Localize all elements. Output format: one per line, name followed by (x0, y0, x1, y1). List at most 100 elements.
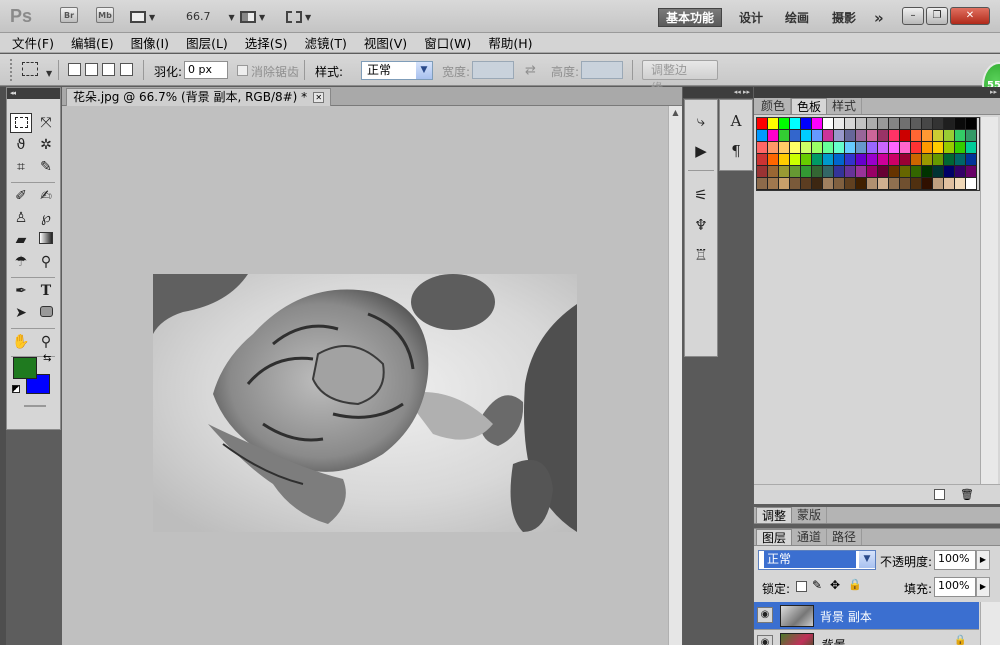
clone-source-icon[interactable]: ♆ (689, 214, 713, 236)
color-swatch[interactable] (801, 154, 812, 166)
color-swatch[interactable] (768, 142, 779, 154)
intersect-selection-icon[interactable] (120, 63, 133, 76)
color-swatch[interactable] (823, 166, 834, 178)
color-swatch[interactable] (966, 154, 977, 166)
color-swatch[interactable] (878, 154, 889, 166)
color-swatch[interactable] (856, 178, 867, 190)
fill-input[interactable]: 100% (934, 577, 976, 597)
lock-position-icon[interactable]: ✥ (830, 578, 840, 592)
menu-help[interactable]: 帮助(H) (488, 33, 532, 52)
color-swatch[interactable] (966, 130, 977, 142)
minimize-button[interactable]: – (902, 7, 924, 25)
color-swatch[interactable] (801, 142, 812, 154)
color-swatch[interactable] (878, 166, 889, 178)
color-swatch[interactable] (757, 118, 768, 130)
brush-presets-icon[interactable]: ⚟ (689, 184, 713, 206)
workspace-essentials-button[interactable]: 基本功能 (658, 8, 722, 27)
color-swatch[interactable] (966, 178, 977, 190)
tab-channels[interactable]: 通道 (792, 529, 828, 545)
color-swatch[interactable] (790, 154, 801, 166)
subtract-from-selection-icon[interactable] (102, 63, 115, 76)
tab-paths[interactable]: 路径 (827, 529, 863, 545)
close-button[interactable]: ✕ (950, 7, 990, 25)
color-swatch[interactable] (812, 166, 823, 178)
color-swatch[interactable] (966, 166, 977, 178)
color-swatch[interactable] (812, 178, 823, 190)
color-swatch[interactable] (790, 130, 801, 142)
tool-preset-picker[interactable]: ▼ (22, 62, 52, 79)
layer-row[interactable]: ◉ 背景 🔒 (754, 629, 979, 645)
color-swatch[interactable] (867, 142, 878, 154)
menu-view[interactable]: 视图(V) (364, 33, 407, 52)
color-swatch[interactable] (812, 130, 823, 142)
color-swatch[interactable] (955, 166, 966, 178)
lock-all-icon[interactable]: 🔒 (848, 578, 862, 591)
feather-input[interactable]: 0 px (184, 61, 228, 79)
history-panel-icon[interactable]: ⤷ (689, 110, 713, 132)
color-swatch[interactable] (944, 178, 955, 190)
color-swatch[interactable] (911, 142, 922, 154)
close-document-icon[interactable]: ✕ (313, 92, 325, 103)
screen-mode-button[interactable]: ▼ (286, 7, 311, 27)
gradient-tool-icon[interactable] (35, 230, 57, 250)
color-swatch[interactable] (933, 142, 944, 154)
color-swatch[interactable] (757, 178, 768, 190)
color-swatch[interactable] (900, 166, 911, 178)
menu-window[interactable]: 窗口(W) (424, 33, 471, 52)
color-swatch[interactable] (922, 178, 933, 190)
color-swatch[interactable] (856, 118, 867, 130)
color-swatch[interactable] (834, 178, 845, 190)
antialias-checkbox[interactable] (237, 65, 248, 76)
color-swatch[interactable] (889, 142, 900, 154)
color-swatch[interactable] (823, 154, 834, 166)
color-swatch[interactable] (878, 118, 889, 130)
color-swatch[interactable] (856, 166, 867, 178)
color-swatch[interactable] (801, 118, 812, 130)
zoom-tool-icon[interactable]: ⚲ (35, 332, 57, 352)
color-swatch[interactable] (933, 130, 944, 142)
style-select[interactable]: 正常 ▼ (361, 61, 433, 80)
color-swatch[interactable] (922, 118, 933, 130)
color-swatch[interactable] (900, 118, 911, 130)
color-swatch[interactable] (933, 118, 944, 130)
color-swatch[interactable] (801, 130, 812, 142)
launch-bridge-button[interactable]: Br (60, 7, 78, 23)
color-swatch[interactable] (933, 154, 944, 166)
new-swatch-icon[interactable] (934, 489, 945, 500)
color-swatch[interactable] (845, 178, 856, 190)
menu-select[interactable]: 选择(S) (245, 33, 288, 52)
color-swatch[interactable] (790, 118, 801, 130)
clone-stamp-tool-icon[interactable]: ♙ (10, 208, 32, 228)
color-swatch[interactable] (834, 154, 845, 166)
color-swatch[interactable] (779, 130, 790, 142)
tab-layers[interactable]: 图层 (756, 529, 793, 545)
color-swatch[interactable] (966, 142, 977, 154)
color-swatch[interactable] (955, 130, 966, 142)
color-swatch[interactable] (823, 130, 834, 142)
color-swatch[interactable] (768, 154, 779, 166)
color-swatch[interactable] (779, 118, 790, 130)
color-swatch[interactable] (911, 130, 922, 142)
color-swatch[interactable] (878, 130, 889, 142)
restore-button[interactable]: ❐ (926, 7, 948, 25)
options-grip[interactable] (10, 59, 14, 81)
tab-color[interactable]: 颜色 (756, 98, 792, 114)
color-swatch[interactable] (801, 166, 812, 178)
visibility-eye-icon[interactable]: ◉ (757, 635, 773, 645)
color-swatch[interactable] (867, 178, 878, 190)
tab-masks[interactable]: 蒙版 (792, 507, 828, 523)
color-swatch[interactable] (933, 166, 944, 178)
color-swatch[interactable] (757, 154, 768, 166)
scroll-up-icon[interactable]: ▲ (670, 108, 681, 119)
blend-mode-select[interactable]: 正常 ▼ (758, 550, 876, 570)
visibility-eye-icon[interactable]: ◉ (757, 607, 773, 623)
color-swatch[interactable] (823, 178, 834, 190)
pen-tool-icon[interactable]: ✒ (10, 281, 32, 301)
default-colors-icon[interactable] (12, 385, 20, 393)
layers-scrollbar[interactable] (980, 602, 1000, 645)
shape-tool-icon[interactable] (35, 303, 57, 323)
color-swatch[interactable] (757, 166, 768, 178)
color-swatch[interactable] (812, 154, 823, 166)
opacity-input[interactable]: 100% (934, 550, 976, 570)
color-swatch[interactable] (922, 130, 933, 142)
